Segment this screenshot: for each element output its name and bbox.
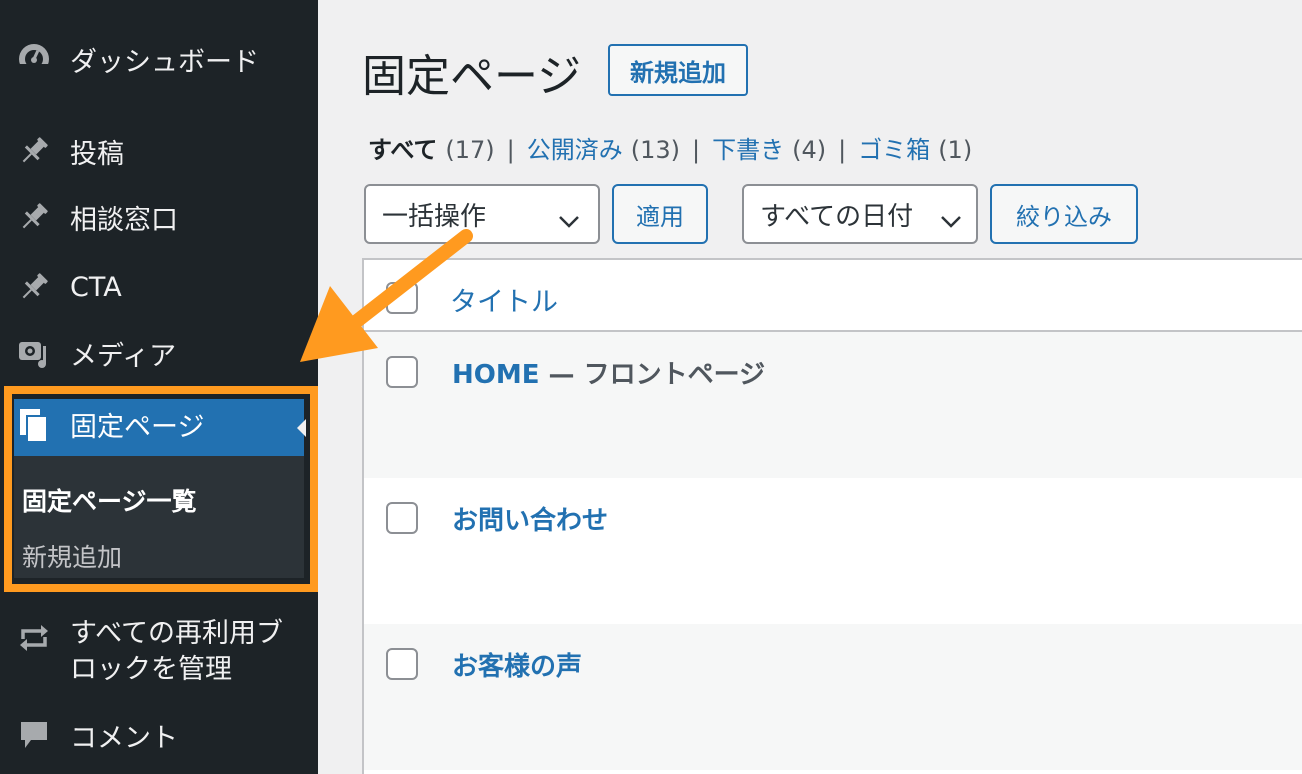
sidebar-item-label: CTA	[70, 271, 122, 303]
submenu-item-add-new[interactable]: 新規追加	[22, 538, 122, 574]
status-filter-links: すべて (17) | 公開済み (13) | 下書き (4) | ゴミ箱 (1)	[368, 130, 972, 165]
row-title-link[interactable]: お問い合わせ	[452, 506, 608, 536]
sidebar-item-pages[interactable]: 固定ページ	[14, 399, 306, 456]
chevron-down-icon	[558, 206, 580, 236]
sidebar-item-cta[interactable]: CTA	[0, 258, 318, 316]
sidebar-item-label: 相談窓口	[70, 204, 178, 236]
sidebar-item-posts[interactable]: 投稿	[0, 122, 318, 180]
dashboard-icon	[16, 41, 52, 77]
filter-trash-count: (1)	[938, 136, 973, 164]
admin-sidebar: ダッシュボード 投稿 相談窓口 CTA メディア 固定ページ 固定ページ一覧 新	[0, 0, 318, 774]
filter-separator: |	[506, 136, 515, 164]
sidebar-item-label: すべての再利用ブロックを管理	[70, 618, 284, 685]
bulk-action-value: 一括操作	[382, 201, 487, 232]
pushpin-icon	[16, 269, 52, 305]
table-row: お客様の声	[364, 624, 1302, 770]
filter-all[interactable]: すべて	[368, 130, 437, 165]
reusable-blocks-icon	[16, 620, 52, 656]
sidebar-item-dashboard[interactable]: ダッシュボード	[0, 30, 318, 88]
filter-draft[interactable]: 下書き	[712, 130, 784, 165]
sidebar-item-reusable-blocks[interactable]: すべての再利用ブロックを管理	[0, 612, 318, 696]
filter-all-count: (17)	[445, 136, 495, 164]
column-header-title[interactable]: タイトル	[450, 280, 558, 319]
bulk-action-select[interactable]: 一括操作	[364, 184, 600, 244]
row-checkbox[interactable]	[386, 356, 418, 388]
table-row: お問い合わせ	[364, 478, 1302, 624]
sidebar-item-label: コメント	[70, 722, 178, 754]
sidebar-item-consultation[interactable]: 相談窓口	[0, 188, 318, 246]
filter-published[interactable]: 公開済み	[527, 130, 623, 165]
select-all-checkbox[interactable]	[386, 282, 418, 314]
sidebar-item-label: 固定ページ	[70, 412, 205, 443]
filter-draft-count: (4)	[792, 136, 827, 164]
add-new-page-button[interactable]: 新規追加	[608, 44, 748, 96]
row-checkbox[interactable]	[386, 648, 418, 680]
row-title: HOME — フロントページ	[452, 354, 765, 391]
main-content: 固定ページ 新規追加 すべて (17) | 公開済み (13) | 下書き (4…	[318, 0, 1302, 774]
filter-button[interactable]: 絞り込み	[990, 184, 1138, 244]
apply-button[interactable]: 適用	[612, 184, 708, 244]
row-title-link[interactable]: HOME	[452, 360, 540, 390]
chevron-down-icon	[940, 206, 962, 236]
sidebar-item-media[interactable]: メディア	[0, 324, 318, 382]
pushpin-icon	[16, 199, 52, 235]
current-menu-notch	[297, 419, 306, 437]
row-post-state: — フロントページ	[539, 360, 766, 390]
pushpin-icon	[16, 133, 52, 169]
media-icon	[16, 335, 52, 371]
filter-published-count: (13)	[630, 136, 680, 164]
row-title-link[interactable]: お客様の声	[452, 652, 582, 682]
page-title: 固定ページ	[362, 51, 582, 102]
sidebar-item-label: ダッシュボード	[70, 46, 259, 78]
sidebar-item-label: 投稿	[70, 138, 124, 170]
comment-icon	[16, 717, 52, 753]
sidebar-item-comments[interactable]: コメント	[0, 706, 318, 764]
table-row: HOME — フロントページ	[364, 332, 1302, 478]
submenu-item-all-pages[interactable]: 固定ページ一覧	[22, 482, 197, 518]
row-title: お問い合わせ	[452, 500, 608, 537]
date-filter-select[interactable]: すべての日付	[742, 184, 978, 244]
row-checkbox[interactable]	[386, 502, 418, 534]
filter-separator: |	[838, 136, 847, 164]
filter-separator: |	[692, 136, 701, 164]
pages-table: タイトル HOME — フロントページ お問い合わせ お客様の声	[362, 258, 1302, 774]
pages-icon	[18, 408, 54, 444]
filter-trash[interactable]: ゴミ箱	[858, 130, 930, 165]
row-title: お客様の声	[452, 646, 582, 683]
sidebar-item-label: メディア	[70, 340, 177, 372]
date-filter-value: すべての日付	[760, 201, 914, 232]
pages-submenu: 固定ページ一覧 新規追加	[14, 456, 304, 578]
